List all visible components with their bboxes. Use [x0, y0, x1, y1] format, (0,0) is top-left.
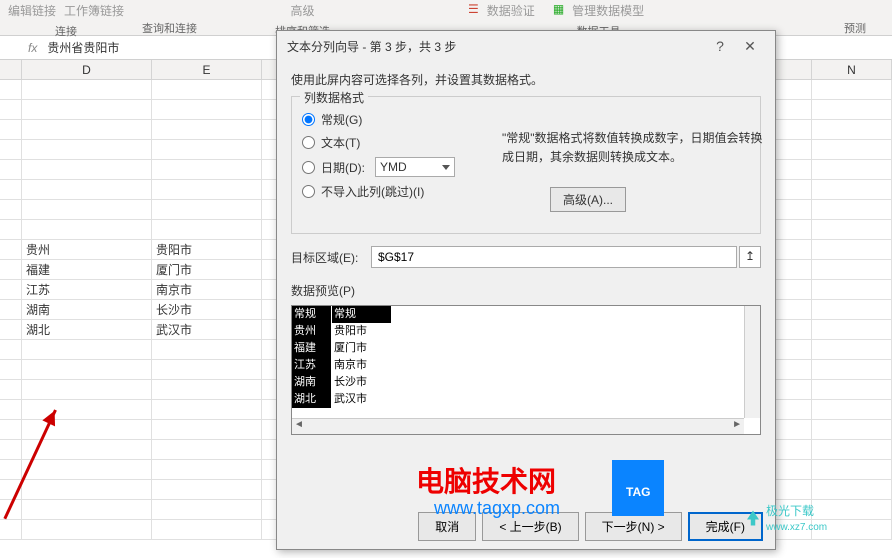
next-button[interactable]: 下一步(N) >: [585, 512, 682, 541]
ribbon-cmd[interactable]: 数据验证: [487, 2, 535, 19]
dialog-title: 文本分列向导 - 第 3 步，共 3 步: [287, 38, 705, 55]
ribbon-cmd[interactable]: 高级: [291, 2, 315, 19]
select-all[interactable]: [0, 60, 22, 79]
radio-date[interactable]: [302, 161, 315, 174]
scrollbar-horizontal[interactable]: [292, 418, 744, 434]
dialog-instruction: 使用此屏内容可选择各列，并设置其数据格式。: [291, 71, 761, 88]
preview-label: 数据预览(P): [291, 282, 761, 299]
data-preview[interactable]: 常规常规贵州贵阳市福建厦门市江苏南京市湖南长沙市湖北武汉市: [291, 305, 761, 435]
ribbon-group-connections: 编辑链接工作簿链接 连接: [8, 0, 124, 39]
cancel-button[interactable]: 取消: [418, 512, 476, 541]
ribbon-group-label: 预测: [844, 20, 866, 36]
ribbon-cmd[interactable]: 编辑链接: [8, 2, 56, 19]
ribbon-cmd[interactable]: 工作簿链接: [64, 2, 124, 19]
format-note: "常规"数据格式将数值转换成数字，日期值会转换成日期，其余数据则转换成文本。: [502, 129, 772, 167]
dialog-footer: 取消 < 上一步(B) 下一步(N) > 完成(F): [418, 512, 763, 541]
date-format-select[interactable]: YMD: [375, 157, 455, 177]
destination-input[interactable]: [371, 246, 737, 268]
ribbon-cmd[interactable]: 管理数据模型: [572, 2, 644, 19]
finish-button[interactable]: 完成(F): [688, 512, 763, 541]
close-button[interactable]: ✕: [735, 38, 765, 55]
dialog-titlebar: 文本分列向导 - 第 3 步，共 3 步 ? ✕: [277, 31, 775, 61]
radio-text[interactable]: [302, 136, 315, 149]
range-picker-icon[interactable]: ↥: [739, 246, 761, 268]
col-header[interactable]: D: [22, 60, 152, 79]
text-to-columns-dialog: 文本分列向导 - 第 3 步，共 3 步 ? ✕ 使用此屏内容可选择各列，并设置…: [276, 30, 776, 550]
scrollbar-vertical[interactable]: [744, 306, 760, 418]
help-button[interactable]: ?: [705, 38, 735, 54]
radio-skip-label[interactable]: 不导入此列(跳过)(I): [321, 183, 424, 200]
destination-label: 目标区域(E):: [291, 249, 371, 266]
radio-general[interactable]: [302, 113, 315, 126]
radio-general-label[interactable]: 常规(G): [321, 111, 362, 128]
radio-text-label[interactable]: 文本(T): [321, 134, 360, 151]
radio-skip[interactable]: [302, 185, 315, 198]
column-format-fieldset: 列数据格式 常规(G) 文本(T) 日期(D): YMD 不导入此列(跳过)(I…: [291, 96, 761, 234]
advanced-button[interactable]: 高级(A)...: [550, 187, 626, 212]
radio-date-label[interactable]: 日期(D):: [321, 159, 365, 176]
back-button[interactable]: < 上一步(B): [482, 512, 578, 541]
col-header[interactable]: N: [812, 60, 892, 79]
ribbon-group-queries: 查询和连接: [142, 0, 197, 36]
formula-value[interactable]: 贵州省贵阳市: [47, 39, 119, 56]
ribbon-group-label: 查询和连接: [142, 20, 197, 36]
col-header[interactable]: E: [152, 60, 262, 79]
fieldset-legend: 列数据格式: [300, 89, 368, 106]
ribbon-group-forecast: 预测: [844, 0, 866, 36]
ribbon-group-label: 连接: [55, 23, 77, 39]
fx-icon[interactable]: fx: [28, 41, 37, 55]
